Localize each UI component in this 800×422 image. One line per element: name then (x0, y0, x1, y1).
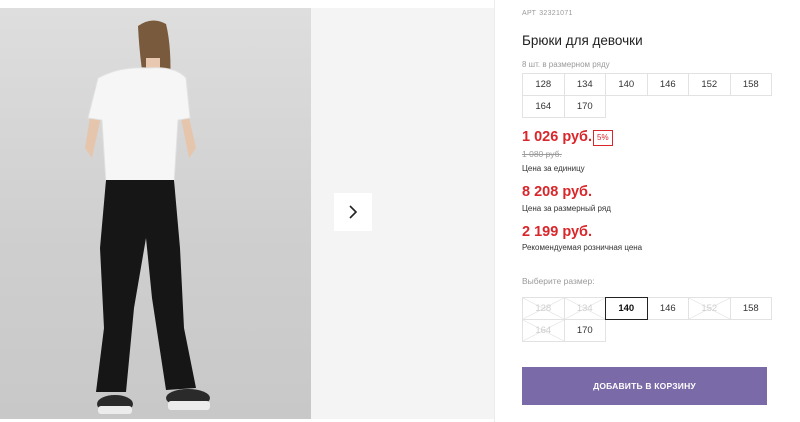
size-option[interactable]: 140 (605, 297, 648, 320)
rrp-price: 2 199 руб. (522, 224, 593, 240)
pack-info: 8 шт. в размерном ряду (522, 60, 610, 69)
girl-figure-illustration (85, 20, 210, 414)
gallery-next-button[interactable] (334, 193, 372, 231)
unit-price-label: Цена за единицу (522, 164, 585, 173)
pack-size-cell: 164 (522, 95, 565, 118)
pack-size-cell: 140 (605, 73, 648, 96)
size-option[interactable]: 146 (646, 297, 689, 320)
pack-price-label: Цена за размерный ряд (522, 204, 611, 213)
choose-size-label: Выберите размер: (522, 276, 595, 286)
pack-size-cell: 170 (563, 95, 606, 118)
product-photo (0, 8, 311, 419)
size-picker-grid: 128 134 140 146 152 158 164 170 (522, 297, 772, 342)
add-to-cart-button[interactable]: ДОБАВИТЬ В КОРЗИНУ (522, 367, 767, 405)
unit-price: 1 026 руб. (522, 129, 593, 145)
pack-size-cell: 152 (688, 73, 731, 96)
article-value: 32321071 (539, 10, 573, 17)
size-option: 134 (563, 297, 606, 320)
rrp-price-label: Рекомендуемая розничная цена (522, 243, 643, 252)
product-title: Брюки для девочки (522, 33, 643, 48)
pack-size-cell: 158 (729, 73, 772, 96)
pack-size-cell: 128 (522, 73, 565, 96)
size-option: 164 (522, 319, 565, 342)
panel-divider (494, 0, 495, 422)
old-price: 1 080 руб. (522, 149, 562, 159)
article-number: АРТ 32321071 (522, 10, 573, 17)
pack-price: 8 208 руб. (522, 184, 593, 200)
pack-size-cell: 134 (563, 73, 606, 96)
product-gallery (0, 8, 494, 419)
size-option: 128 (522, 297, 565, 320)
pack-size-grid: 128 134 140 146 152 158 164 170 (522, 73, 772, 118)
chevron-right-icon (349, 205, 358, 219)
article-label: АРТ (522, 10, 537, 17)
size-option[interactable]: 158 (729, 297, 772, 320)
pack-size-cell: 146 (646, 73, 689, 96)
discount-badge: 5% (593, 130, 613, 146)
size-option[interactable]: 170 (563, 319, 606, 342)
size-option: 152 (688, 297, 731, 320)
